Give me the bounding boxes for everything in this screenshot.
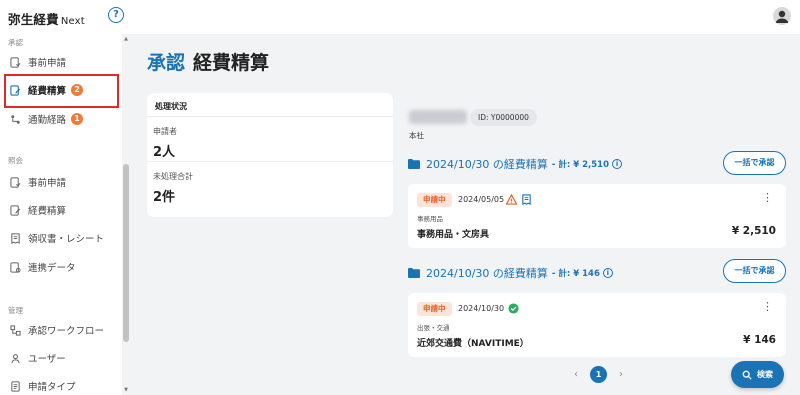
receipt-icon [10,232,21,244]
scroll-up-icon[interactable]: ▲ [123,36,129,42]
sidebar-item-linked-data[interactable]: 連携データ [10,257,76,277]
search-icon [742,370,752,380]
search-button[interactable]: 検索 [731,361,784,388]
expense-date: 2024/05/05 [458,195,505,204]
top-header: 弥生経費 Next ? [0,0,800,34]
app-logo[interactable]: 弥生経費 Next [8,9,85,28]
document-check-icon [10,176,21,188]
section-label-approve: 承認 [8,38,23,47]
help-icon[interactable]: ? [108,7,124,23]
expense-group-header[interactable]: 2024/10/30 の経費精算 - 計: ¥ 2,510 i [408,156,623,172]
page-title-accent: 承認 [147,52,186,74]
user-avatar-icon[interactable] [773,7,791,25]
sidebar-item-application-types[interactable]: 申請タイプ [10,376,76,395]
status-label: 未処理合計 [153,172,193,181]
logo-main: 弥生経費 [8,12,59,27]
bulk-approve-button[interactable]: 一括で承認 [723,151,786,175]
sidebar-item-label: 事前申請 [28,58,67,69]
more-menu-icon[interactable]: ⋮ [762,192,773,203]
data-link-icon [10,261,21,273]
applicant-department: 本社 [409,131,424,140]
page-title-text: 経費精算 [193,52,270,74]
expense-amount: ¥ 146 [743,334,776,346]
section-label-inquiry: 照会 [8,156,23,165]
sidebar-item-label: 承認ワークフロー [28,326,105,337]
receipt-icon [522,194,531,205]
status-label: 申請者 [153,127,177,136]
status-card-header: 処理状況 [147,93,393,117]
count-badge: 1 [71,113,84,125]
sidebar-item-label: 事前申請 [28,178,67,189]
document-list-icon [10,380,21,392]
expense-date: 2024/10/30 [458,304,505,313]
status-badge: 申請中 [417,193,452,207]
applicant-name-blurred [409,110,467,124]
sidebar: 承認 事前申請 経費精算 2 通勤経路 1 照会 事前申請 経費精算 領収書・レ… [0,34,130,395]
highlight-box [4,74,119,108]
sidebar-item-label: 申請タイプ [28,382,76,393]
folder-icon [408,268,420,278]
document-edit-icon [10,204,21,216]
sidebar-item-inquiry-expense[interactable]: 経費精算 [10,200,66,220]
expense-group-header[interactable]: 2024/10/30 の経費精算 - 計: ¥ 146 i [408,265,613,281]
more-menu-icon[interactable]: ⋮ [762,301,773,312]
status-row-pending-total: 未処理合計 2件 [147,162,393,207]
document-check-icon [10,56,21,68]
pagination: ‹ 1 › [570,366,627,383]
sidebar-item-commute-route[interactable]: 通勤経路 1 [10,109,84,129]
folder-icon [408,159,420,169]
sidebar-item-label: 通勤経路 [28,115,67,126]
prev-page-icon[interactable]: ‹ [570,369,582,380]
group-date: 2024/10/30 の経費精算 [426,267,548,280]
expense-category: 事務用品 [417,215,443,223]
status-value: 2人 [153,145,176,160]
route-icon [10,114,21,125]
sidebar-item-receipts[interactable]: 領収書・レシート [10,228,104,248]
page-title: 承認 経費精算 [147,48,269,75]
bulk-approve-button[interactable]: 一括で承認 [723,259,786,283]
sidebar-item-label: 領収書・レシート [28,234,105,245]
workflow-icon [10,324,21,336]
user-icon [10,353,21,364]
group-total: - 計: ¥ 146 [551,269,600,279]
sidebar-scrollbar-thumb[interactable] [123,164,129,342]
scroll-down-icon[interactable]: ▼ [123,387,129,393]
sidebar-item-label: ユーザー [28,354,66,365]
sidebar-item-inquiry-pre-application[interactable]: 事前申請 [10,172,66,192]
page-number-current[interactable]: 1 [590,366,607,383]
sidebar-item-approval-workflow[interactable]: 承認ワークフロー [10,320,104,340]
group-date: 2024/10/30 の経費精算 [426,158,548,171]
expense-name: 近郊交通費（NAVITIME） [417,339,529,349]
sidebar-item-label: 連携データ [28,263,76,274]
search-button-label: 検索 [757,370,773,379]
logo-sub: Next [60,16,85,27]
applicant-id-badge: ID: Y0000000 [470,109,537,126]
expense-amount: ¥ 2,510 [731,225,776,237]
sidebar-item-approve-pre-application[interactable]: 事前申請 [10,52,66,72]
sidebar-item-label: 経費精算 [28,206,67,217]
section-label-admin: 管理 [8,306,23,315]
status-badge: 申請中 [417,302,452,316]
expense-name: 事務用品・文房具 [417,230,490,240]
info-icon[interactable]: i [612,159,623,169]
group-total: - 計: ¥ 2,510 [551,160,610,170]
info-icon[interactable]: i [602,268,613,278]
status-row-applicants: 申請者 2人 [147,117,393,162]
expense-category: 出張・交通 [417,324,450,332]
next-page-icon[interactable]: › [615,369,627,380]
expense-card[interactable]: 申請中 2024/10/30 ⋮ 出張・交通 近郊交通費（NAVITIME） ¥… [408,293,786,357]
processing-status-card: 処理状況 申請者 2人 未処理合計 2件 [147,93,393,217]
warning-icon [506,194,517,205]
sidebar-item-users[interactable]: ユーザー [10,348,66,368]
check-circle-icon [508,303,519,314]
status-value: 2件 [153,190,176,205]
expense-card[interactable]: 申請中 2024/05/05 ⋮ 事務用品 事務用品・文房具 ¥ 2,510 [408,184,786,248]
